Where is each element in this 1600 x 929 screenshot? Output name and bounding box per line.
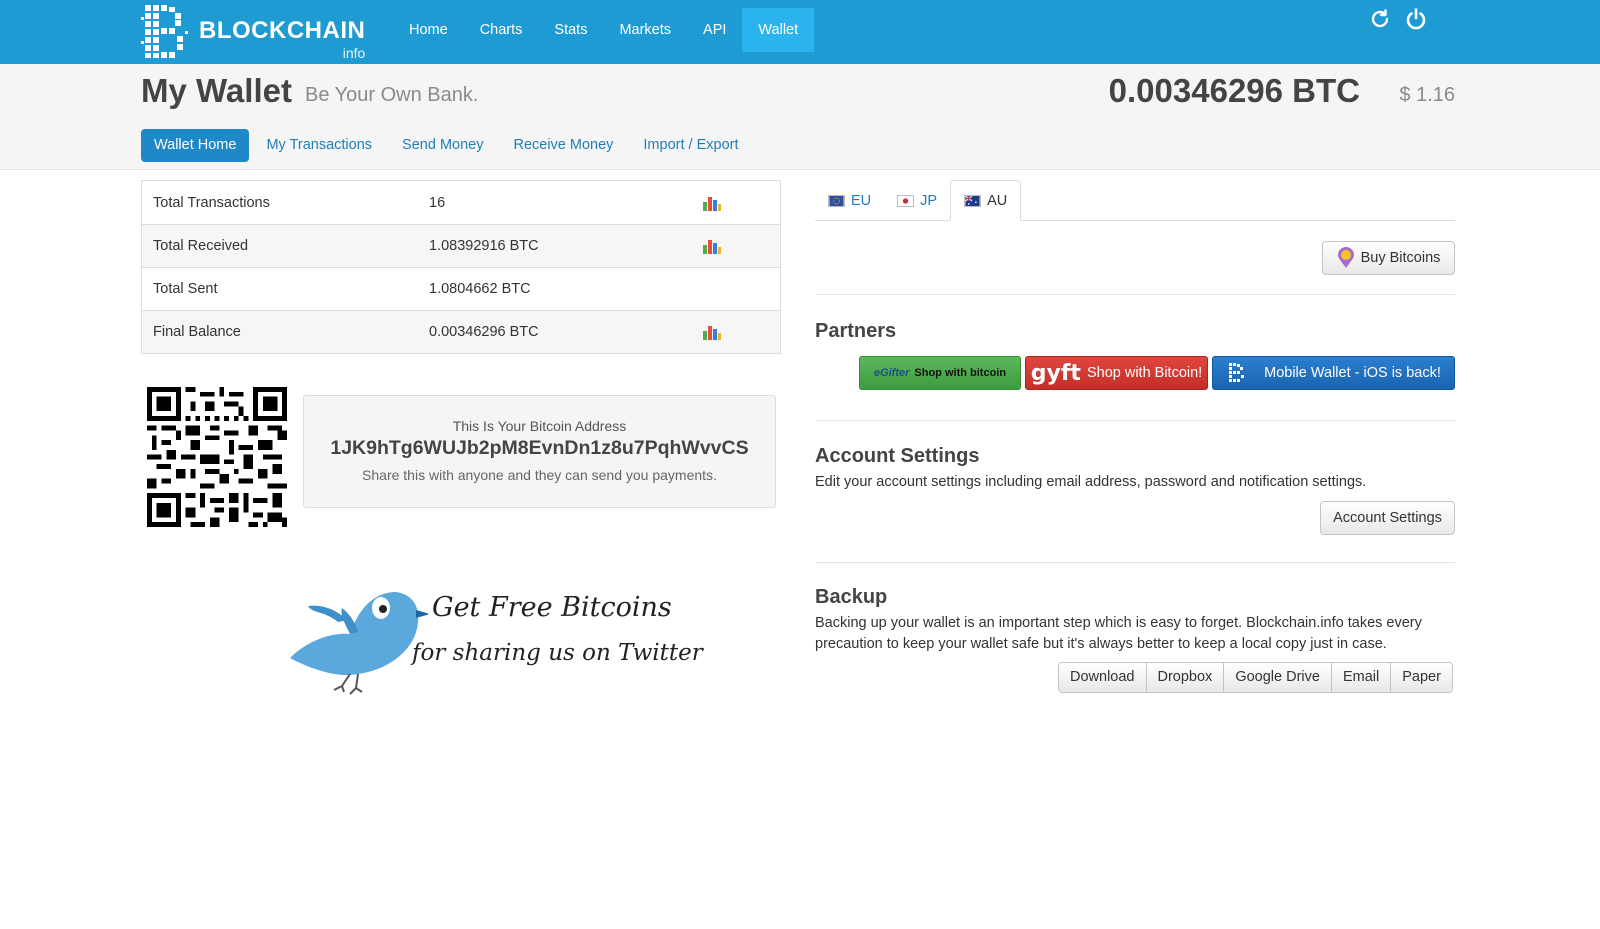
backup-title: Backup (815, 586, 888, 608)
tab-label: EU (851, 192, 872, 209)
stats-label: Final Balance (153, 324, 241, 340)
buy-bitcoins-label: Buy Bitcoins (1360, 250, 1441, 266)
account-settings-button[interactable]: Account Settings (1320, 501, 1455, 535)
page-subtitle: Be Your Own Bank. (305, 84, 479, 106)
address-title: This Is Your Bitcoin Address (452, 418, 627, 434)
backup-download-button[interactable]: Download (1059, 663, 1146, 692)
wallet-subnav: Wallet Home My Transactions Send Money R… (141, 129, 752, 162)
buy-bitcoins-button[interactable]: Buy Bitcoins (1322, 241, 1455, 275)
subnav-send-money[interactable]: Send Money (389, 129, 496, 162)
divider (815, 294, 1455, 295)
table-row: Total Sent 1.0804662 BTC (142, 267, 780, 310)
eu-flag-icon (828, 194, 845, 207)
promo-line2: for sharing us on Twitter (412, 640, 703, 666)
subnav-import-export[interactable]: Import / Export (630, 129, 751, 162)
nav-home[interactable]: Home (393, 8, 464, 52)
stats-label: Total Sent (153, 281, 218, 297)
table-row: Total Received 1.08392916 BTC (142, 224, 780, 267)
subnav-receive-money[interactable]: Receive Money (500, 129, 626, 162)
au-flag-icon (964, 194, 982, 207)
backup-button-group: Download Dropbox Google Drive Email Pape… (1058, 662, 1453, 693)
gyft-partner-button[interactable]: gyft Shop with Bitcoin! (1025, 356, 1208, 390)
egifter-brand: eGifter (873, 367, 910, 379)
nav-charts[interactable]: Charts (464, 8, 539, 52)
stats-value: 1.0804662 BTC (429, 281, 531, 297)
nav-stats[interactable]: Stats (538, 8, 603, 52)
bitcoin-address[interactable]: 1JK9hTg6WUJb2pM8EvnDn1z8u7PqhWvvCS (304, 437, 775, 460)
promo-line1: Get Free Bitcoins (432, 592, 672, 623)
subnav-my-transactions[interactable]: My Transactions (253, 129, 385, 162)
divider (815, 420, 1455, 421)
subnav-wallet-home[interactable]: Wallet Home (141, 129, 250, 162)
mobile-wallet-label: Mobile Wallet - iOS is back! (1264, 365, 1441, 381)
logo-sub: info (342, 45, 366, 61)
table-row: Total Transactions 16 (142, 181, 780, 224)
backup-email-button[interactable]: Email (1330, 663, 1391, 692)
backup-paper-button[interactable]: Paper (1390, 663, 1452, 692)
tab-label: AU (987, 192, 1008, 209)
bar-chart-icon[interactable] (701, 194, 723, 212)
balance-btc: 0.00346296 BTC (1108, 72, 1360, 109)
balance-usd: $ 1.16 (1399, 84, 1455, 106)
partners-title: Partners (815, 320, 897, 342)
page-title: My Wallet (141, 72, 292, 109)
wallet-header: My Wallet Be Your Own Bank. 0.00346296 B… (0, 64, 1600, 170)
blockchain-logo-icon (141, 5, 188, 58)
table-row: Final Balance 0.00346296 BTC (142, 310, 780, 353)
region-tabs: EU JP AU (815, 180, 1455, 221)
stats-label: Total Received (153, 238, 249, 254)
bar-chart-icon[interactable] (701, 237, 723, 255)
bird-icon (290, 592, 428, 695)
account-settings-text: Edit your account settings including ema… (815, 474, 1367, 490)
qr-code (147, 387, 287, 527)
refresh-icon[interactable] (1368, 7, 1392, 31)
egifter-label: Shop with bitcoin (914, 367, 1007, 379)
address-hint: Share this with anyone and they can send… (362, 467, 717, 483)
tab-label: JP (920, 192, 938, 209)
twitter-promo-banner[interactable]: Get Free Bitcoins for sharing us on Twit… (278, 570, 703, 700)
backup-dropbox-button[interactable]: Dropbox (1145, 663, 1224, 692)
nav-wallet[interactable]: Wallet (742, 8, 815, 52)
top-navbar: BLOCKCHAIN info Home Charts Stats Market… (0, 0, 1600, 64)
bar-chart-icon[interactable] (701, 323, 723, 341)
main-nav: Home Charts Stats Markets API Wallet (393, 8, 815, 52)
backup-text: Backing up your wallet is an important s… (815, 615, 1422, 652)
backup-google-drive-button[interactable]: Google Drive (1223, 663, 1331, 692)
nav-api[interactable]: API (687, 8, 742, 52)
gyft-brand: gyft (1030, 360, 1081, 386)
account-settings-title: Account Settings (815, 445, 980, 467)
logo-name: BLOCKCHAIN (199, 17, 366, 44)
nav-markets[interactable]: Markets (603, 8, 687, 52)
blockchain-icon (1229, 363, 1245, 382)
tab-eu[interactable]: EU (815, 180, 884, 221)
map-pin-icon (1337, 247, 1354, 268)
stats-value: 16 (429, 194, 446, 211)
tab-au[interactable]: AU (950, 180, 1022, 221)
stats-value: 0.00346296 BTC (429, 324, 539, 340)
blockchain-logo[interactable]: BLOCKCHAIN info (141, 2, 366, 61)
stats-label: Total Transactions (153, 194, 270, 211)
power-icon[interactable] (1404, 7, 1428, 31)
egifter-partner-button[interactable]: eGifter Shop with bitcoin (859, 356, 1021, 390)
mobile-wallet-button[interactable]: Mobile Wallet - iOS is back! (1212, 356, 1455, 390)
wallet-stats-table: Total Transactions 16 Total Received 1.0… (141, 180, 781, 354)
stats-value: 1.08392916 BTC (429, 238, 539, 254)
jp-flag-icon (897, 194, 915, 207)
gyft-label: Shop with Bitcoin! (1086, 365, 1203, 381)
top-icons (1368, 7, 1428, 31)
tab-jp[interactable]: JP (884, 180, 950, 221)
divider (815, 562, 1455, 563)
bitcoin-address-box: This Is Your Bitcoin Address 1JK9hTg6WUJ… (303, 395, 776, 508)
logo-wordmark: BLOCKCHAIN info (199, 17, 366, 61)
